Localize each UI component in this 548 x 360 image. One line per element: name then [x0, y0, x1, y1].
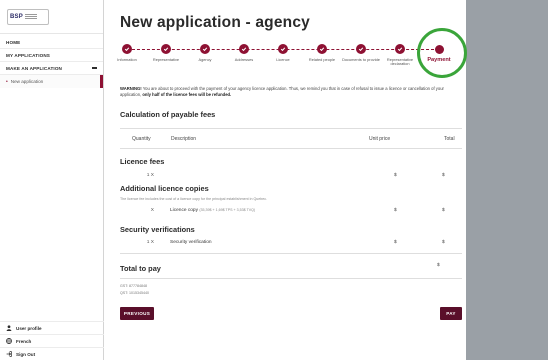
- additional-copies-note: The licence fee includes the cost of a l…: [120, 197, 268, 201]
- additional-copies-title: Additional licence copies: [120, 184, 209, 193]
- warning-prefix: WARNING!: [120, 86, 142, 91]
- security-total: $: [442, 240, 445, 245]
- divider: [120, 128, 462, 129]
- licence-fees-title: Licence fees: [120, 157, 165, 166]
- sidebar-item-home[interactable]: HOME: [0, 36, 103, 49]
- security-description: Security verification: [170, 240, 212, 245]
- sidebar-item-label: HOME: [6, 39, 21, 45]
- copy-price-breakdown: (35,39$ + 1,69$ TPS + 3,53$ TVQ): [199, 208, 256, 212]
- column-header-total: Total: [444, 136, 455, 142]
- calculation-title: Calculation of payable fees: [120, 110, 216, 119]
- licence-fees-total: $: [442, 173, 445, 178]
- sidebar-subitem-new-application[interactable]: • New application: [0, 75, 103, 88]
- sidebar-item-label: MAKE AN APPLICATION: [6, 65, 63, 71]
- step-label: Related people: [308, 57, 336, 62]
- step-check-icon: [122, 44, 132, 54]
- sign-out-icon: [6, 351, 12, 357]
- copy-total: $: [442, 208, 445, 213]
- divider: [120, 278, 462, 279]
- step-licence[interactable]: Licence: [263, 44, 303, 62]
- step-addresses[interactable]: Addresses: [224, 44, 264, 62]
- step-check-icon: [317, 44, 327, 54]
- security-verifications-title: Security verifications: [120, 225, 195, 234]
- step-documents-to-provide[interactable]: Documents to provide: [341, 44, 381, 62]
- divider: [120, 148, 462, 149]
- globe-icon: [6, 338, 12, 344]
- progress-stepper: Information Representative Agency Addres…: [110, 44, 465, 74]
- licence-fees-quantity: 1 X: [146, 173, 154, 178]
- security-quantity: 1 X: [146, 240, 154, 245]
- step-label: Representative declaration: [386, 57, 414, 67]
- gst-number: GST: 877784848: [120, 284, 147, 288]
- sidebar-bottom-links: User profile French Sign Out: [0, 321, 104, 360]
- collapse-minus-icon[interactable]: [92, 67, 97, 69]
- divider: [120, 253, 462, 254]
- copy-quantity: X: [150, 208, 154, 213]
- copy-description: Licence copy (35,39$ + 1,69$ TPS + 3,53$…: [170, 208, 255, 213]
- copy-unit-price: $: [394, 208, 397, 213]
- sign-out-label: Sign Out: [16, 351, 36, 357]
- sidebar-item-my-applications[interactable]: MY APPLICATIONS: [0, 49, 103, 62]
- licence-fees-unit-price: $: [394, 173, 397, 178]
- main-panel: New application - agency Information Rep…: [104, 0, 467, 360]
- step-information[interactable]: Information: [107, 44, 147, 62]
- step-check-icon: [356, 44, 366, 54]
- step-label: Representative: [152, 57, 180, 62]
- language-label: French: [16, 338, 32, 344]
- logo-text: BSP: [10, 13, 23, 20]
- sidebar: BSP HOME MY APPLICATIONS MAKE AN APPLICA…: [0, 0, 104, 360]
- copy-description-label: Licence copy: [170, 208, 198, 213]
- logo-subtext-lines: [24, 14, 37, 19]
- bullet-icon: •: [6, 78, 8, 85]
- qst-number: QST: 1015345440: [120, 291, 149, 295]
- total-to-pay-label: Total to pay: [120, 264, 161, 273]
- step-label: Information: [117, 57, 137, 62]
- step-check-icon: [278, 44, 288, 54]
- column-header-description: Description: [171, 136, 197, 142]
- logo[interactable]: BSP: [0, 0, 103, 34]
- sidebar-subitem-label: New application: [10, 79, 44, 84]
- user-icon: [6, 325, 12, 331]
- column-header-quantity: Quantity: [132, 136, 151, 142]
- step-label: Agency: [198, 57, 212, 62]
- sidebar-item-make-an-application[interactable]: MAKE AN APPLICATION: [0, 62, 103, 75]
- step-check-icon: [200, 44, 210, 54]
- logo-box: BSP: [7, 8, 49, 25]
- column-header-unit-price: Unit price: [369, 136, 391, 142]
- step-agency[interactable]: Agency: [185, 44, 225, 62]
- step-check-icon: [161, 44, 171, 54]
- language-link[interactable]: French: [0, 334, 104, 347]
- refund-warning: WARNING! You are about to proceed with t…: [120, 86, 456, 97]
- sign-out-link[interactable]: Sign Out: [0, 347, 104, 360]
- step-check-icon: [239, 44, 249, 54]
- user-profile-label: User profile: [16, 325, 42, 331]
- page-title: New application - agency: [120, 14, 310, 31]
- user-profile-link[interactable]: User profile: [0, 321, 104, 334]
- step-related-people[interactable]: Related people: [302, 44, 342, 62]
- step-label: Documents to provide: [342, 57, 380, 62]
- highlight-circle: [417, 28, 467, 78]
- warning-bold-text: only half of the licence fees will be re…: [142, 91, 232, 97]
- total-to-pay-amount: $: [437, 263, 440, 268]
- step-label: Addresses: [234, 57, 254, 62]
- sidebar-item-label: MY APPLICATIONS: [6, 52, 51, 58]
- step-representative[interactable]: Representative: [146, 44, 186, 62]
- step-representative-declaration[interactable]: Representative declaration: [380, 44, 420, 67]
- security-unit-price: $: [394, 240, 397, 245]
- step-label: Licence: [276, 57, 290, 62]
- pay-button[interactable]: PAY: [440, 307, 462, 320]
- previous-button[interactable]: PREVIOUS: [120, 307, 154, 320]
- step-check-icon: [395, 44, 405, 54]
